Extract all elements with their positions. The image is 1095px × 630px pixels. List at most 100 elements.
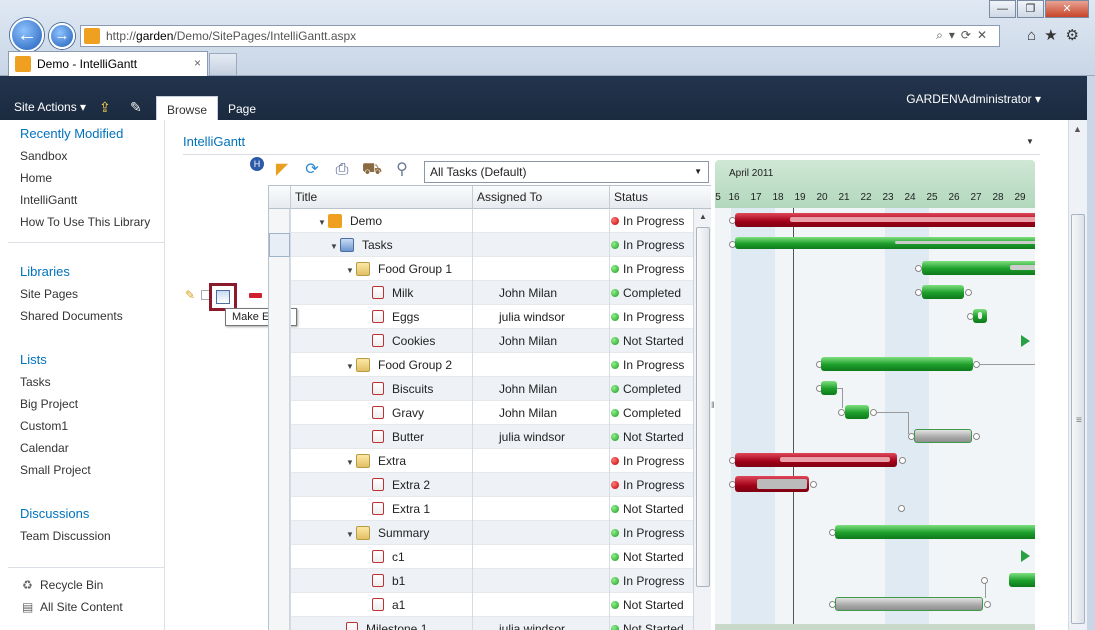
table-row[interactable]: Cookies John Milan Not Started xyxy=(269,329,693,353)
row-selector[interactable] xyxy=(269,305,290,329)
make-event-button[interactable] xyxy=(209,283,237,311)
nav-all-site-content[interactable]: All Site Content xyxy=(40,600,123,614)
table-row[interactable]: ▼ Demo In Progress xyxy=(269,209,693,233)
table-row[interactable]: Milestone 1 julia windsor Not Started xyxy=(269,617,693,630)
nav-custom1[interactable]: Custom1 xyxy=(20,419,68,433)
cell-title[interactable]: Butter xyxy=(372,425,424,449)
cell-title[interactable]: Gravy xyxy=(372,401,424,425)
column-assigned-to[interactable]: Assigned To xyxy=(472,186,609,209)
gantt-bar-handle[interactable] xyxy=(915,265,922,272)
row-selector[interactable] xyxy=(269,569,290,593)
page-scroll-thumb[interactable]: ≡ xyxy=(1071,214,1085,624)
gantt-bar-handle[interactable] xyxy=(973,433,980,440)
cell-title[interactable]: Milk xyxy=(372,281,413,305)
cell-title[interactable]: ▼ Tasks xyxy=(330,233,393,257)
gantt-bar-extra-2[interactable] xyxy=(735,476,809,492)
view-select[interactable]: All Tasks (Default) ▼ xyxy=(424,161,709,183)
table-row[interactable]: ▼ Food Group 2 In Progress xyxy=(269,353,693,377)
table-row[interactable]: Gravy John Milan Completed xyxy=(269,401,693,425)
scroll-up-icon[interactable]: ▲ xyxy=(699,212,707,221)
gantt-bar-food-group-2[interactable] xyxy=(821,357,973,371)
cell-title[interactable]: Cookies xyxy=(372,329,435,353)
row-selector[interactable] xyxy=(269,593,290,617)
gantt-bar-a1[interactable] xyxy=(835,597,983,611)
gantt-bar-food-group-1[interactable] xyxy=(922,261,1035,275)
row-selector[interactable] xyxy=(269,209,290,233)
nav-small-project[interactable]: Small Project xyxy=(20,463,91,477)
site-actions-menu[interactable]: Site Actions ▾ xyxy=(14,100,86,114)
table-row[interactable]: ▼ Extra In Progress xyxy=(269,449,693,473)
expand-toggle-icon[interactable]: ▼ xyxy=(330,235,340,259)
gantt-bar-handle[interactable] xyxy=(965,289,972,296)
cell-title[interactable]: Biscuits xyxy=(372,377,433,401)
table-row[interactable]: Butter julia windsor Not Started xyxy=(269,425,693,449)
discussions-heading[interactable]: Discussions xyxy=(20,506,89,521)
row-selector[interactable] xyxy=(269,353,290,377)
print-icon[interactable]: ⎙ xyxy=(331,159,353,181)
back-button[interactable]: ← xyxy=(10,18,44,52)
cell-status[interactable]: In Progress xyxy=(611,449,684,473)
new-tab-button[interactable] xyxy=(209,53,237,75)
table-row[interactable]: Eggs julia windsor In Progress xyxy=(269,305,693,329)
cell-status[interactable]: In Progress xyxy=(611,569,684,593)
nav-site-pages[interactable]: Site Pages xyxy=(20,287,78,301)
gantt-bar-handle[interactable] xyxy=(899,457,906,464)
cell-assigned-to[interactable]: julia windsor xyxy=(499,425,565,449)
cell-status[interactable]: Not Started xyxy=(611,617,684,630)
gantt-bar-eggs[interactable] xyxy=(973,309,987,323)
cell-title[interactable]: c1 xyxy=(372,545,405,569)
cell-status[interactable]: Not Started xyxy=(611,425,684,449)
grid-scrollbar[interactable]: ▲ xyxy=(693,209,711,630)
indent-arrow-icon[interactable]: ◤ xyxy=(271,159,293,181)
cell-assigned-to[interactable]: John Milan xyxy=(499,401,557,425)
gantt-bar-summary[interactable] xyxy=(835,525,1035,539)
table-row[interactable]: ▼ Summary In Progress xyxy=(269,521,693,545)
nav-intelligantt[interactable]: IntelliGantt xyxy=(20,193,77,207)
cell-assigned-to[interactable]: John Milan xyxy=(499,329,557,353)
delete-item-icon[interactable] xyxy=(249,293,262,298)
row-selector[interactable] xyxy=(269,425,290,449)
gantt-bar-b1[interactable] xyxy=(1009,573,1035,587)
row-selector[interactable] xyxy=(269,449,290,473)
row-selector[interactable] xyxy=(269,473,290,497)
refresh-icon[interactable]: ⟳ xyxy=(301,159,323,181)
gantt-bar-handle[interactable] xyxy=(984,601,991,608)
expand-toggle-icon[interactable]: ▼ xyxy=(346,259,356,283)
gantt-bar-gravy[interactable] xyxy=(845,405,869,419)
row-selector[interactable] xyxy=(269,257,290,281)
row-selector[interactable] xyxy=(269,377,290,401)
column-title[interactable]: Title xyxy=(290,186,472,209)
row-selector[interactable] xyxy=(269,545,290,569)
cell-title[interactable]: b1 xyxy=(372,569,405,593)
cell-status[interactable]: In Progress xyxy=(611,209,684,233)
gantt-bar-extra[interactable] xyxy=(735,453,897,467)
cell-status[interactable]: Completed xyxy=(611,401,681,425)
row-selector[interactable] xyxy=(269,401,290,425)
gantt-bar-handle[interactable] xyxy=(838,409,845,416)
gantt-bar-handle[interactable] xyxy=(870,409,877,416)
cell-title[interactable]: a1 xyxy=(372,593,405,617)
row-selector[interactable] xyxy=(269,329,290,353)
row-selector[interactable] xyxy=(269,233,290,257)
table-row[interactable]: a1 Not Started xyxy=(269,593,693,617)
minimize-button[interactable]: — xyxy=(989,0,1016,18)
nav-team-discussion[interactable]: Team Discussion xyxy=(20,529,111,543)
zoom-icon[interactable]: ⚲ xyxy=(391,159,413,181)
row-selector[interactable] xyxy=(269,281,290,305)
gantt-bar-milk[interactable] xyxy=(922,285,964,299)
cell-status[interactable]: In Progress xyxy=(611,521,684,545)
nav-big-project[interactable]: Big Project xyxy=(20,397,78,411)
cell-status[interactable]: In Progress xyxy=(611,473,684,497)
cell-title[interactable]: Eggs xyxy=(372,305,419,329)
cell-title[interactable]: ▼ Demo xyxy=(318,209,382,233)
cell-status[interactable]: Not Started xyxy=(611,329,684,353)
close-window-button[interactable]: ✕ xyxy=(1045,0,1089,18)
cell-status[interactable]: In Progress xyxy=(611,257,684,281)
gantt-milestone-c1[interactable] xyxy=(1021,550,1030,562)
gantt-bar-biscuits[interactable] xyxy=(821,381,837,395)
gantt-bar-handle[interactable] xyxy=(981,577,988,584)
recently-modified-heading[interactable]: Recently Modified xyxy=(20,126,123,141)
nav-how-to-use[interactable]: How To Use This Library xyxy=(20,215,150,229)
grid-scroll-thumb[interactable] xyxy=(696,227,710,587)
column-status[interactable]: Status xyxy=(609,186,693,209)
